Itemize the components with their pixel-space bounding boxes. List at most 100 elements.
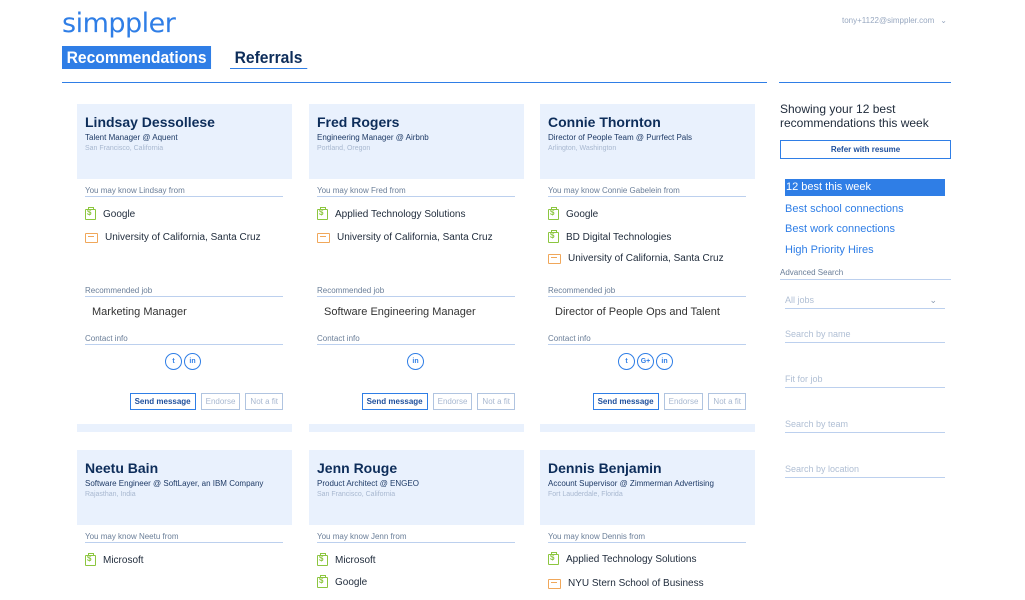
recommendation-card: Jenn Rouge Product Architect @ ENGEO San… — [309, 450, 524, 600]
card-actions: Send message Endorse Not a fit — [361, 393, 515, 410]
endorse-button[interactable]: Endorse — [663, 393, 704, 410]
contact-info-label: Contact info — [548, 334, 746, 345]
tabs-divider — [62, 82, 767, 83]
send-message-button[interactable]: Send message — [129, 393, 196, 410]
connection-label: University of California, Santa Cruz — [568, 253, 724, 264]
company-icon — [548, 207, 559, 220]
contact-info-label: Contact info — [317, 334, 515, 345]
send-message-button[interactable]: Send message — [361, 393, 428, 410]
connection-item: Microsoft — [317, 553, 376, 566]
connection-label: Microsoft — [335, 555, 376, 566]
connection-label: Applied Technology Solutions — [335, 209, 466, 220]
sidebar-divider — [779, 82, 951, 83]
recommendation-card: Connie Thornton Director of People Team … — [540, 104, 755, 434]
chevron-down-icon: ⌄ — [929, 295, 937, 305]
school-icon — [548, 253, 561, 264]
candidate-location: San Francisco, California — [85, 145, 164, 152]
recommended-job: Director of People Ops and Talent — [555, 306, 720, 318]
send-message-button[interactable]: Send message — [592, 393, 659, 410]
sidebar-title: Showing your 12 best recommendations thi… — [780, 102, 929, 130]
card-actions: Send message Endorse Not a fit — [129, 393, 283, 410]
refer-with-resume-button[interactable]: Refer with resume — [780, 140, 951, 159]
connection-item: BD Digital Technologies — [548, 230, 671, 243]
social-links: t in — [165, 353, 201, 370]
twitter-icon[interactable]: t — [165, 353, 182, 370]
know-from-label: You may know Jenn from — [317, 532, 515, 543]
linkedin-icon[interactable]: in — [656, 353, 673, 370]
filter-work-connections[interactable]: Best work connections — [785, 223, 895, 235]
candidate-name[interactable]: Neetu Bain — [85, 460, 284, 476]
recommendation-card: Lindsay Dessollese Talent Manager @ Aque… — [77, 104, 292, 434]
filter-school-connections[interactable]: Best school connections — [785, 203, 904, 215]
card-header: Neetu Bain Software Engineer @ SoftLayer… — [77, 450, 292, 525]
google-plus-icon[interactable]: G+ — [637, 353, 654, 370]
connection-label: University of California, Santa Cruz — [337, 232, 493, 243]
connection-item: Microsoft — [85, 553, 144, 566]
candidate-title: Director of People Team @ Purrfect Pals — [548, 133, 693, 142]
company-icon — [85, 207, 96, 220]
user-menu[interactable]: tony+1122@simppler.com ⌄ — [842, 16, 947, 25]
candidate-title: Account Supervisor @ Zimmerman Advertisi… — [548, 479, 714, 488]
company-icon — [317, 575, 328, 588]
connection-item: Google — [548, 207, 598, 220]
linkedin-icon[interactable]: in — [184, 353, 201, 370]
connection-item: Google — [317, 575, 368, 588]
card-footer — [77, 424, 292, 432]
card-actions: Send message Endorse Not a fit — [592, 393, 746, 410]
endorse-button[interactable]: Endorse — [432, 393, 473, 410]
card-header: Lindsay Dessollese Talent Manager @ Aque… — [77, 104, 292, 179]
candidate-title: Product Architect @ ENGEO — [317, 479, 419, 488]
card-header: Jenn Rouge Product Architect @ ENGEO San… — [309, 450, 524, 525]
candidate-name[interactable]: Lindsay Dessollese — [85, 114, 284, 130]
card-header: Fred Rogers Engineering Manager @ Airbnb… — [309, 104, 524, 179]
connection-label: Google — [103, 209, 136, 220]
connection-item: Applied Technology Solutions — [548, 552, 696, 565]
connection-item: Google — [85, 207, 136, 220]
linkedin-icon[interactable]: in — [407, 353, 424, 370]
search-name-input[interactable]: Search by name — [785, 329, 945, 343]
candidate-title: Software Engineer @ SoftLayer, an IBM Co… — [85, 479, 264, 488]
company-icon — [317, 207, 328, 220]
connection-label: University of California, Santa Cruz — [105, 232, 261, 243]
twitter-icon[interactable]: t — [618, 353, 635, 370]
chevron-down-icon: ⌄ — [940, 16, 947, 25]
tab-recommendations[interactable]: Recommendations — [62, 46, 212, 69]
candidate-location: Rajasthan, India — [85, 491, 136, 498]
know-from-label: You may know Connie Gabelein from — [548, 186, 746, 197]
jobs-select[interactable]: All jobs ⌄ — [785, 295, 945, 309]
candidate-name[interactable]: Jenn Rouge — [317, 460, 516, 476]
recommended-job-label: Recommended job — [548, 286, 746, 297]
recommended-job: Marketing Manager — [92, 306, 187, 318]
filter-best-this-week[interactable]: 12 best this week — [785, 179, 945, 196]
candidate-name[interactable]: Dennis Benjamin — [548, 460, 747, 476]
school-icon — [85, 232, 98, 243]
know-from-label: You may know Dennis from — [548, 532, 746, 543]
not-a-fit-button[interactable]: Not a fit — [477, 393, 515, 410]
contact-info-label: Contact info — [85, 334, 283, 345]
recommended-job-label: Recommended job — [317, 286, 515, 297]
advanced-search-label: Advanced Search — [780, 268, 951, 280]
main-tabs: Recommendations Referrals — [62, 46, 314, 69]
search-team-input[interactable]: Search by team — [785, 419, 945, 433]
connection-item: NYU Stern School of Business — [548, 578, 704, 589]
candidate-name[interactable]: Fred Rogers — [317, 114, 516, 130]
company-icon — [548, 230, 559, 243]
endorse-button[interactable]: Endorse — [200, 393, 241, 410]
candidate-location: Arlington, Washington — [548, 145, 617, 152]
candidate-location: San Francisco, California — [317, 491, 396, 498]
company-icon — [317, 553, 328, 566]
tab-referrals[interactable]: Referrals — [230, 46, 308, 69]
candidate-name[interactable]: Connie Thornton — [548, 114, 747, 130]
fit-for-job-input[interactable]: Fit for job — [785, 374, 945, 388]
social-links: t G+ in — [618, 353, 673, 370]
recommendation-card: Fred Rogers Engineering Manager @ Airbnb… — [309, 104, 524, 434]
search-location-input[interactable]: Search by location — [785, 464, 945, 478]
recommendation-card: Neetu Bain Software Engineer @ SoftLayer… — [77, 450, 292, 600]
connection-label: Microsoft — [103, 555, 144, 566]
school-icon — [317, 232, 330, 243]
not-a-fit-button[interactable]: Not a fit — [708, 393, 746, 410]
not-a-fit-button[interactable]: Not a fit — [245, 393, 283, 410]
connection-label: Google — [335, 577, 368, 588]
filter-high-priority[interactable]: High Priority Hires — [785, 244, 874, 256]
app-logo[interactable]: simppler — [62, 8, 176, 39]
